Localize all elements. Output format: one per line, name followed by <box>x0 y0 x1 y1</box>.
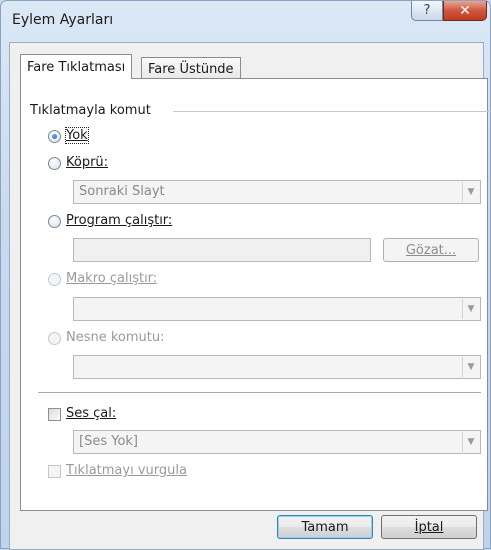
close-icon: ✕ <box>459 2 471 19</box>
radio-none[interactable] <box>48 130 61 143</box>
chevron-down-icon[interactable]: ▼ <box>462 357 479 377</box>
radio-run-program-label[interactable]: Program çalıştır: <box>66 213 172 228</box>
hyperlink-select-value: Sonraki Slayt <box>79 184 165 199</box>
help-icon: ? <box>423 3 431 18</box>
dialog-title: Eylem Ayarları <box>12 12 114 28</box>
checkbox-highlight-click[interactable] <box>48 465 61 478</box>
radio-run-macro[interactable] <box>48 273 61 286</box>
chevron-down-icon[interactable]: ▼ <box>462 299 479 319</box>
tab-mouse-over[interactable]: Fare Üstünde <box>141 57 241 80</box>
radio-object-action-label: Nesne komutu: <box>66 330 165 345</box>
checkbox-play-sound[interactable] <box>48 408 61 421</box>
ok-button[interactable]: Tamam <box>277 515 373 539</box>
object-action-select[interactable]: ▼ <box>73 355 481 379</box>
chevron-down-icon[interactable]: ▼ <box>462 182 479 202</box>
close-button[interactable]: ✕ <box>443 1 487 21</box>
dialog-body: Fare Tıklatması Fare Üstünde Tıklatmayla… <box>9 42 491 550</box>
sound-select[interactable]: [Ses Yok] ▼ <box>73 430 481 454</box>
radio-hyperlink-label[interactable]: Köprü: <box>66 155 108 170</box>
checkbox-play-sound-label[interactable]: Ses çal: <box>66 406 116 421</box>
cancel-button[interactable]: İptal <box>381 515 477 539</box>
radio-none-label[interactable]: Yok <box>65 127 89 144</box>
tab-mouse-click[interactable]: Fare Tıklatması <box>20 54 133 79</box>
macro-select[interactable]: ▼ <box>73 297 481 321</box>
checkbox-highlight-click-label: Tıklatmayı vurgula <box>66 463 187 478</box>
sound-select-value: [Ses Yok] <box>79 434 138 449</box>
help-button[interactable]: ? <box>411 1 443 21</box>
radio-object-action[interactable] <box>48 332 61 345</box>
chevron-down-icon[interactable]: ▼ <box>462 432 479 452</box>
radio-run-program[interactable] <box>48 215 61 228</box>
hyperlink-select[interactable]: Sonraki Slayt ▼ <box>73 180 481 204</box>
group-divider <box>173 111 491 112</box>
radio-run-macro-label: Makro çalıştır: <box>66 271 158 286</box>
section-divider <box>38 392 481 393</box>
radio-hyperlink[interactable] <box>48 157 61 170</box>
group-label-action-on-click: Tıklatmayla komut <box>30 103 155 118</box>
tab-panel: Tıklatmayla komut Yok Köprü: Sonraki Sla… <box>20 78 491 511</box>
action-settings-dialog: Eylem Ayarları ? ✕ Fare Tıklatması Fare … <box>0 0 491 550</box>
program-path-input[interactable] <box>73 238 371 262</box>
browse-button[interactable]: Gözat... <box>383 238 479 262</box>
